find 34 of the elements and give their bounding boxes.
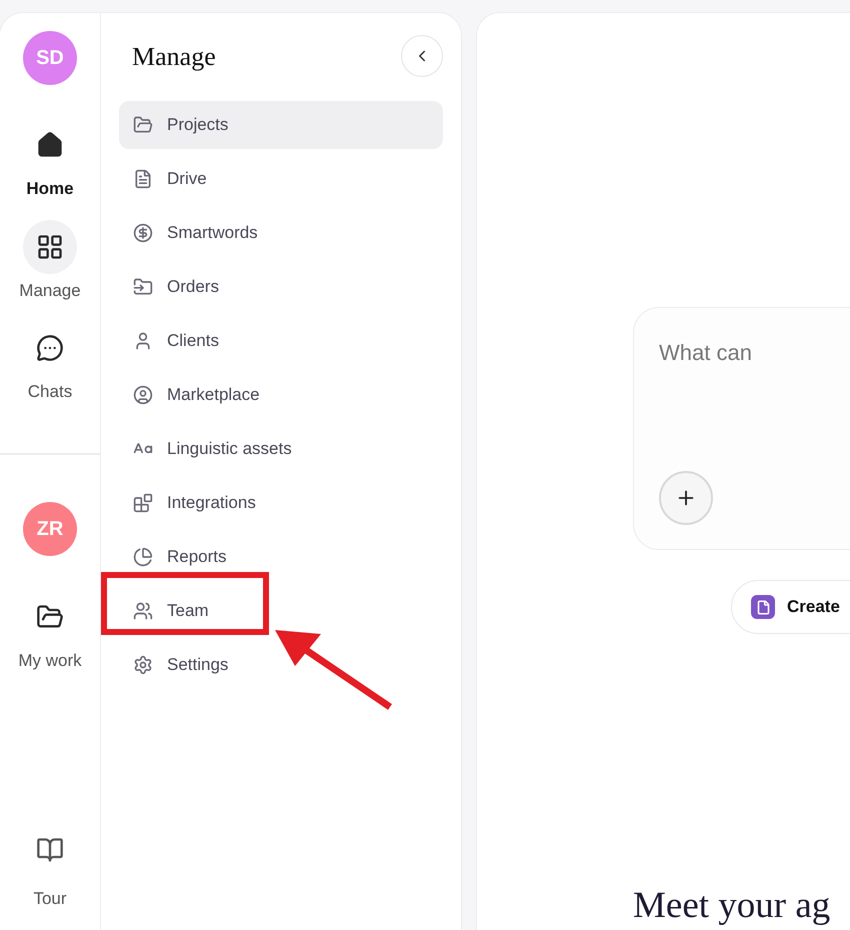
book-icon[interactable] xyxy=(36,836,64,864)
home-icon xyxy=(36,131,64,159)
settings-icon xyxy=(133,655,153,675)
coin-icon xyxy=(133,223,153,243)
manage-menu-item[interactable]: Smartwords xyxy=(119,209,443,257)
main-heading: Meet your ag xyxy=(633,884,832,928)
folder-icon xyxy=(36,602,64,630)
manage-menu-item[interactable]: Integrations xyxy=(119,479,443,527)
document-icon xyxy=(751,595,775,619)
manage-menu-item[interactable]: Clients xyxy=(119,317,443,365)
manage-menu-item[interactable]: Reports xyxy=(119,533,443,581)
rail-nav-label[interactable]: Chats xyxy=(28,379,72,404)
manage-menu-item[interactable]: Projects xyxy=(119,101,443,149)
manage-menu-item[interactable]: Orders xyxy=(119,263,443,311)
rail-nav-label[interactable]: Home xyxy=(26,176,74,202)
rail-nav-label[interactable]: My work xyxy=(18,648,82,673)
manage-menu-item[interactable]: Settings xyxy=(119,641,443,689)
people-icon xyxy=(133,601,153,621)
manage-menu-item[interactable]: Drive xyxy=(119,155,443,203)
person-circle-icon xyxy=(133,385,153,405)
folder-icon xyxy=(133,115,153,135)
chat-icon xyxy=(36,334,64,362)
folder-arrow-icon xyxy=(133,277,153,297)
tour-link[interactable]: Tour xyxy=(33,886,67,912)
panel-title: Manage xyxy=(132,40,216,73)
grid-icon xyxy=(36,232,64,260)
manage-menu-item[interactable]: Marketplace xyxy=(119,371,443,419)
manage-menu-item[interactable]: Linguistic assets xyxy=(119,425,443,473)
rail-nav-label[interactable]: Manage xyxy=(19,278,81,303)
blocks-icon xyxy=(133,493,153,513)
document-icon xyxy=(133,169,153,189)
pie-chart-icon xyxy=(133,547,153,567)
prompt-input[interactable]: What can xyxy=(659,336,839,369)
create-button[interactable]: Create xyxy=(731,580,850,634)
